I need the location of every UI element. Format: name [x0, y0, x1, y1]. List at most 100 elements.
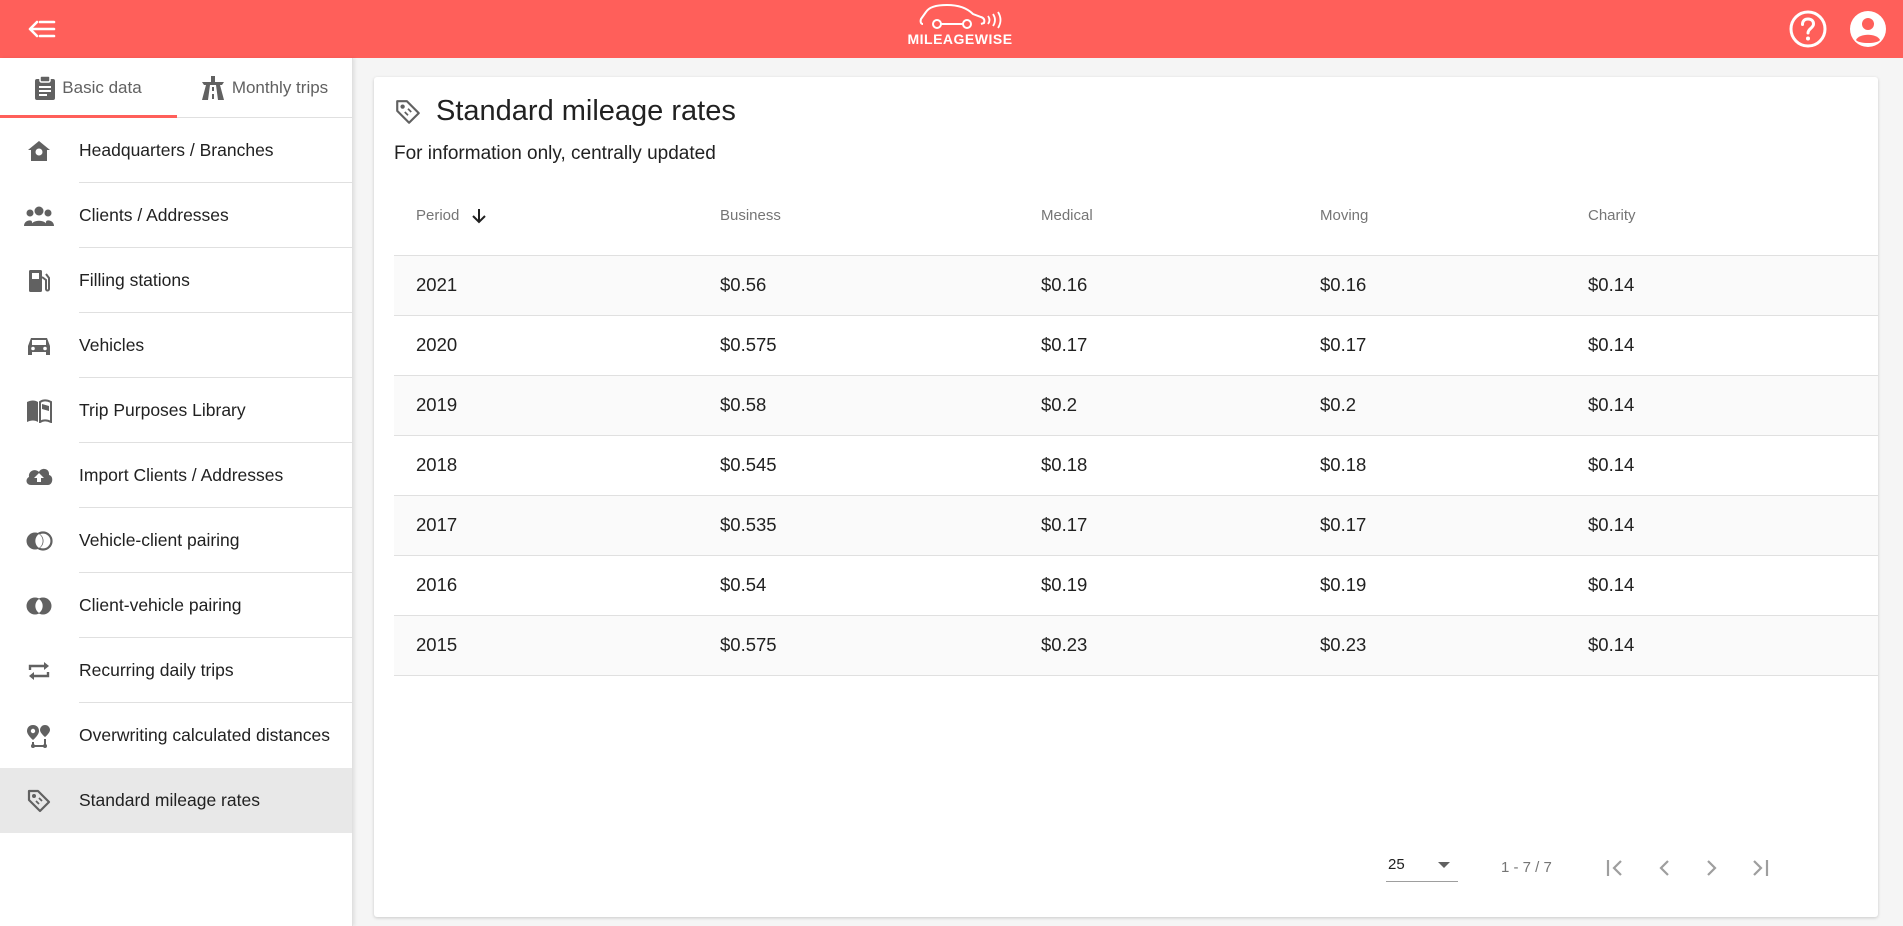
first-page-icon — [1606, 860, 1622, 876]
pairing-icon — [24, 593, 54, 619]
first-page-button[interactable] — [1598, 850, 1634, 886]
table-row: 2016 $0.54 $0.19 $0.19 $0.14 — [394, 555, 1878, 616]
table-cell: 2017 — [394, 495, 698, 556]
table-cell: $0.535 — [698, 495, 1019, 556]
table-cell: 2018 — [394, 435, 698, 496]
book-icon — [24, 398, 54, 424]
sidebar-item-clients[interactable]: Clients / Addresses — [0, 183, 352, 248]
table-cell: $0.2 — [1019, 375, 1298, 436]
sidebar-item-label: Vehicle-client pairing — [79, 530, 240, 550]
column-header-label: Business — [720, 207, 781, 225]
page-size-value: 25 — [1388, 856, 1405, 873]
table-cell: $0.19 — [1298, 555, 1566, 616]
clipboard-icon — [35, 74, 56, 100]
table-cell: $0.14 — [1566, 435, 1878, 496]
table-row: 2020 $0.575 $0.17 $0.17 $0.14 — [394, 315, 1878, 376]
table-cell: $0.54 — [698, 555, 1019, 616]
logo-car-icon — [919, 3, 1002, 29]
sidebar-item-label: Trip Purposes Library — [79, 400, 246, 420]
column-header-label: Medical — [1041, 207, 1093, 225]
column-header-medical[interactable]: Medical — [1019, 177, 1298, 256]
previous-page-button[interactable] — [1646, 850, 1682, 886]
table-cell: $0.17 — [1019, 315, 1298, 376]
column-header-business[interactable]: Business — [698, 177, 1019, 256]
chevron-right-icon — [1707, 860, 1717, 876]
column-header-label: Charity — [1588, 207, 1636, 225]
sidebar-item-label: Standard mileage rates — [79, 790, 260, 810]
page-size-select[interactable]: 25 — [1386, 850, 1458, 882]
back-menu-button[interactable] — [26, 15, 58, 43]
account-button[interactable] — [1848, 9, 1888, 49]
help-icon — [1789, 10, 1827, 48]
table-cell: $0.17 — [1019, 495, 1298, 556]
column-header-charity[interactable]: Charity — [1566, 177, 1878, 256]
table-cell: $0.19 — [1019, 555, 1298, 616]
table-cell: $0.14 — [1566, 495, 1878, 556]
sidebar-item-filling-stations[interactable]: Filling stations — [0, 248, 352, 313]
table-cell: $0.16 — [1019, 255, 1298, 316]
repeat-icon — [24, 658, 54, 684]
table-header-row: Period Business Medical Moving Charity — [394, 177, 1878, 256]
sort-descending-icon — [471, 209, 486, 224]
sidebar-tabs: Basic data Monthly trips — [0, 58, 352, 118]
sidebar-item-recurring-trips[interactable]: Recurring daily trips — [0, 638, 352, 703]
sidebar: Basic data Monthly trips Headquarters / … — [0, 58, 353, 926]
page-subtitle: For information only, centrally updated — [394, 143, 716, 164]
logo: MILEAGEWISE — [905, 2, 1015, 54]
tab-label: Monthly trips — [231, 77, 329, 97]
sidebar-item-vehicles[interactable]: Vehicles — [0, 313, 352, 378]
sidebar-item-label: Client-vehicle pairing — [79, 595, 242, 615]
mileage-rates-card: Standard mileage rates For information o… — [374, 77, 1878, 917]
table-row: 2019 $0.58 $0.2 $0.2 $0.14 — [394, 375, 1878, 436]
table-cell: 2021 — [394, 255, 698, 316]
table-cell: $0.545 — [698, 435, 1019, 496]
home-pin-icon — [24, 138, 54, 164]
sidebar-item-label: Filling stations — [79, 270, 190, 290]
top-app-bar: MILEAGEWISE — [0, 0, 1903, 58]
sidebar-item-label: Headquarters / Branches — [79, 140, 274, 160]
column-header-label: Moving — [1320, 207, 1369, 225]
table-cell: $0.2 — [1298, 375, 1566, 436]
help-button[interactable] — [1788, 9, 1828, 49]
table-cell: $0.14 — [1566, 555, 1878, 616]
page-range-label: 1 - 7 / 7 — [1501, 859, 1552, 876]
table-cell: 2015 — [394, 615, 698, 676]
back-menu-icon — [28, 20, 56, 38]
sidebar-item-vehicle-client-pairing[interactable]: Vehicle-client pairing — [0, 508, 352, 573]
page-title: Standard mileage rates — [436, 95, 736, 127]
table-row: 2017 $0.535 $0.17 $0.17 $0.14 — [394, 495, 1878, 556]
table-cell: $0.14 — [1566, 375, 1878, 436]
tab-basic-data[interactable]: Basic data — [0, 58, 176, 117]
card-header: Standard mileage rates — [394, 95, 736, 128]
table-cell: $0.23 — [1019, 615, 1298, 676]
next-page-button[interactable] — [1694, 850, 1730, 886]
tab-monthly-trips[interactable]: Monthly trips — [176, 58, 352, 117]
sidebar-item-overwriting-distances[interactable]: Overwriting calculated distances — [0, 703, 352, 768]
column-header-moving[interactable]: Moving — [1298, 177, 1566, 256]
sidebar-item-label: Recurring daily trips — [79, 660, 234, 680]
paginator: 25 1 - 7 / 7 — [374, 842, 1878, 892]
sidebar-item-label: Vehicles — [79, 335, 145, 355]
table-cell: $0.23 — [1298, 615, 1566, 676]
last-page-button[interactable] — [1741, 850, 1777, 886]
table-cell: $0.18 — [1298, 435, 1566, 496]
table-cell: $0.17 — [1298, 495, 1566, 556]
sidebar-item-import-clients[interactable]: Import Clients / Addresses — [0, 443, 352, 508]
table-cell: $0.58 — [698, 375, 1019, 436]
table-cell: 2016 — [394, 555, 698, 616]
sidebar-item-headquarters[interactable]: Headquarters / Branches — [0, 118, 352, 183]
car-icon — [24, 333, 54, 359]
tag-icon — [396, 99, 420, 124]
column-header-period[interactable]: Period — [394, 177, 698, 256]
fuel-icon — [24, 268, 54, 294]
road-icon — [201, 75, 224, 100]
column-header-label: Period — [416, 207, 460, 225]
table-cell: $0.18 — [1019, 435, 1298, 496]
sidebar-item-trip-purposes[interactable]: Trip Purposes Library — [0, 378, 352, 443]
table-cell: $0.14 — [1566, 615, 1878, 676]
sidebar-item-client-vehicle-pairing[interactable]: Client-vehicle pairing — [0, 573, 352, 638]
table-cell: $0.16 — [1298, 255, 1566, 316]
last-page-icon — [1753, 860, 1769, 876]
route-icon — [24, 723, 54, 749]
sidebar-item-standard-mileage-rates[interactable]: Standard mileage rates — [0, 768, 352, 833]
